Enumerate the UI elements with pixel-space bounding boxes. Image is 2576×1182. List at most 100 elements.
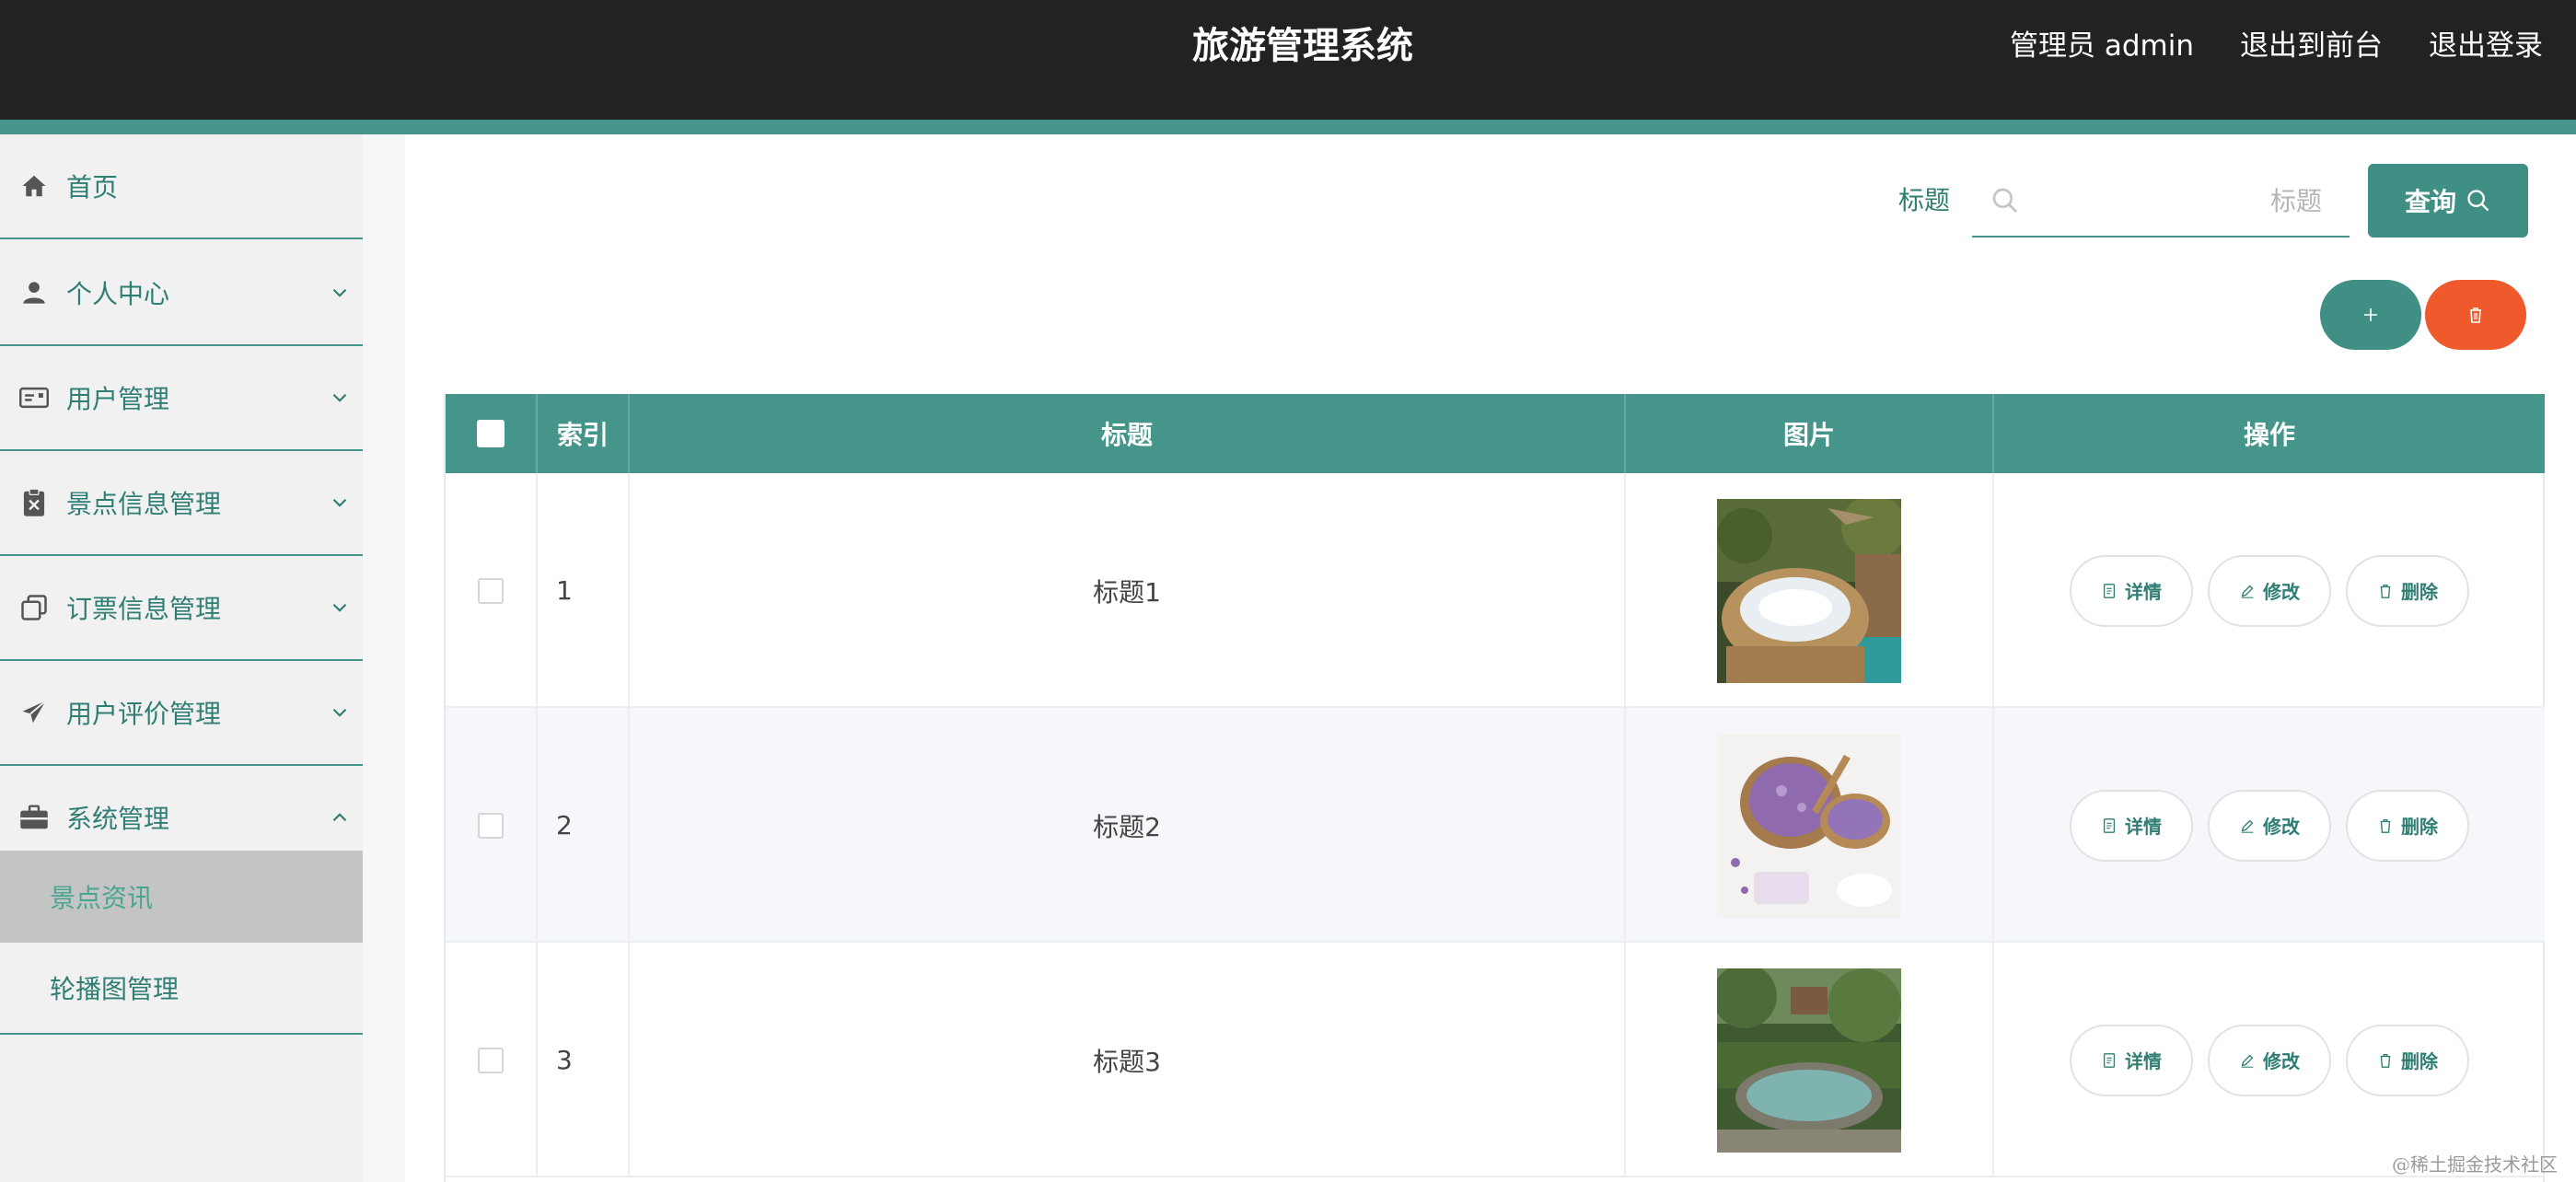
row-checkbox[interactable] bbox=[478, 577, 504, 604]
briefcase-icon bbox=[18, 802, 50, 833]
search-label: 标题 bbox=[1898, 185, 1951, 215]
current-user: 管理员 admin bbox=[2010, 29, 2194, 63]
search-input[interactable] bbox=[2036, 175, 2322, 226]
sidebar-item-label: 个人中心 bbox=[66, 279, 170, 309]
header-select-cell bbox=[446, 394, 538, 473]
chevron-up-icon bbox=[332, 813, 347, 822]
edit-button[interactable]: 修改 bbox=[2208, 554, 2331, 627]
trash-icon bbox=[2380, 818, 2391, 833]
edit-icon bbox=[2241, 585, 2254, 598]
sidebar: 首页 个人中心 用户管理 景点信息管理 订票信息管理 用户评价管理 系统管理 景… bbox=[0, 134, 363, 1182]
plus-icon bbox=[2364, 308, 2377, 321]
header-image: 图片 bbox=[1626, 394, 1994, 473]
query-button[interactable]: 查询 bbox=[2368, 164, 2528, 238]
header-index: 索引 bbox=[538, 394, 630, 473]
row-select-cell bbox=[446, 708, 538, 943]
delete-button-label: 删除 bbox=[2401, 1050, 2438, 1072]
row-checkbox[interactable] bbox=[478, 812, 504, 839]
detail-button[interactable]: 详情 bbox=[2070, 554, 2193, 627]
row-actions-cell: 详情 修改 删除 bbox=[1994, 473, 2545, 708]
query-button-label: 查询 bbox=[2404, 187, 2456, 217]
chevron-down-icon bbox=[332, 708, 347, 717]
home-icon bbox=[18, 170, 50, 202]
row-select-cell bbox=[446, 473, 538, 708]
logout-link[interactable]: 退出登录 bbox=[2429, 18, 2543, 74]
sidebar-item-attraction-management[interactable]: 景点信息管理 bbox=[0, 451, 363, 556]
chevron-down-icon bbox=[332, 393, 347, 402]
delete-button-label: 删除 bbox=[2401, 581, 2438, 603]
search-icon bbox=[2467, 190, 2489, 212]
document-icon bbox=[2103, 583, 2116, 598]
row-image-cell bbox=[1626, 943, 1994, 1177]
app-title: 旅游管理系统 bbox=[1192, 25, 1413, 67]
news-table: 索引 标题 图片 操作 1 标题1 详情 修改 删除 2 标题2 详情 修改 删… bbox=[444, 394, 2545, 1182]
document-icon bbox=[2103, 1052, 2116, 1068]
edit-button[interactable]: 修改 bbox=[2208, 789, 2331, 862]
trash-icon bbox=[2380, 1053, 2391, 1068]
chevron-down-icon bbox=[332, 288, 347, 297]
add-button[interactable] bbox=[2320, 280, 2421, 350]
batch-delete-button[interactable] bbox=[2425, 280, 2526, 350]
sidebar-gutter bbox=[363, 134, 405, 1182]
sidebar-subitem-label: 轮播图管理 bbox=[50, 974, 180, 1004]
person-icon bbox=[18, 277, 50, 308]
watermark: @稀土掘金技术社区 bbox=[2392, 1153, 2558, 1176]
row-image-cell bbox=[1626, 473, 1994, 708]
search-field[interactable] bbox=[1972, 166, 2350, 238]
sidebar-item-label: 用户评价管理 bbox=[66, 699, 222, 729]
row-index: 3 bbox=[538, 943, 630, 1177]
chevron-down-icon bbox=[332, 603, 347, 612]
top-header: 旅游管理系统 管理员 admin 退出到前台 退出登录 bbox=[0, 0, 2576, 120]
header-actions: 管理员 admin 退出到前台 退出登录 bbox=[2010, 18, 2543, 74]
sidebar-item-home[interactable]: 首页 bbox=[0, 134, 363, 239]
chevron-down-icon bbox=[332, 498, 347, 507]
back-to-front-link[interactable]: 退出到前台 bbox=[2240, 18, 2383, 74]
delete-button-label: 删除 bbox=[2401, 816, 2438, 838]
clipboard-x-icon bbox=[18, 487, 50, 518]
sidebar-item-label: 订票信息管理 bbox=[66, 594, 222, 624]
detail-button[interactable]: 详情 bbox=[2070, 789, 2193, 862]
trash-icon bbox=[2380, 584, 2391, 598]
sidebar-subitem-label: 景点资讯 bbox=[50, 883, 154, 913]
sidebar-item-ticket-management[interactable]: 订票信息管理 bbox=[0, 556, 363, 661]
sidebar-item-label: 首页 bbox=[66, 172, 119, 203]
row-select-cell bbox=[446, 943, 538, 1177]
table-row: 2 标题2 详情 修改 删除 bbox=[446, 708, 2545, 943]
row-checkbox[interactable] bbox=[478, 1047, 504, 1073]
sidebar-item-label: 系统管理 bbox=[66, 804, 170, 834]
sidebar-item-review-management[interactable]: 用户评价管理 bbox=[0, 661, 363, 766]
detail-button-label: 详情 bbox=[2125, 816, 2162, 838]
sidebar-subitem-attraction-news[interactable]: 景点资讯 bbox=[0, 851, 363, 943]
row-title: 标题3 bbox=[630, 943, 1626, 1177]
delete-button[interactable]: 删除 bbox=[2346, 789, 2469, 862]
header-accent-stripe bbox=[0, 120, 2576, 134]
hot-spring-pool-photo[interactable] bbox=[1717, 498, 1901, 683]
edit-button-label: 修改 bbox=[2263, 581, 2300, 603]
row-actions-cell: 详情 修改 删除 bbox=[1994, 708, 2545, 943]
select-all-checkbox[interactable] bbox=[477, 420, 505, 447]
edit-button[interactable]: 修改 bbox=[2208, 1024, 2331, 1096]
lavender-spa-photo[interactable] bbox=[1717, 733, 1901, 918]
sidebar-item-personal-center[interactable]: 个人中心 bbox=[0, 241, 363, 346]
row-title: 标题1 bbox=[630, 473, 1626, 708]
row-index: 2 bbox=[538, 708, 630, 943]
table-row: 1 标题1 详情 修改 删除 bbox=[446, 473, 2545, 708]
sidebar-subitem-carousel[interactable]: 轮播图管理 bbox=[0, 943, 363, 1035]
sidebar-item-user-management[interactable]: 用户管理 bbox=[0, 346, 363, 451]
send-icon bbox=[18, 697, 50, 728]
edit-button-label: 修改 bbox=[2263, 816, 2300, 838]
document-icon bbox=[2103, 817, 2116, 833]
id-card-icon bbox=[18, 382, 50, 413]
detail-button-label: 详情 bbox=[2125, 581, 2162, 603]
garden-pool-photo[interactable] bbox=[1717, 968, 1901, 1153]
header-actions: 操作 bbox=[2243, 420, 2295, 450]
row-title: 标题2 bbox=[630, 708, 1626, 943]
sidebar-item-label: 景点信息管理 bbox=[66, 489, 222, 519]
row-index: 1 bbox=[538, 473, 630, 708]
copy-icon bbox=[18, 592, 50, 623]
trash-icon bbox=[2470, 307, 2481, 323]
delete-button[interactable]: 删除 bbox=[2346, 1024, 2469, 1096]
delete-button[interactable]: 删除 bbox=[2346, 554, 2469, 627]
edit-button-label: 修改 bbox=[2263, 1050, 2300, 1072]
detail-button[interactable]: 详情 bbox=[2070, 1024, 2193, 1096]
